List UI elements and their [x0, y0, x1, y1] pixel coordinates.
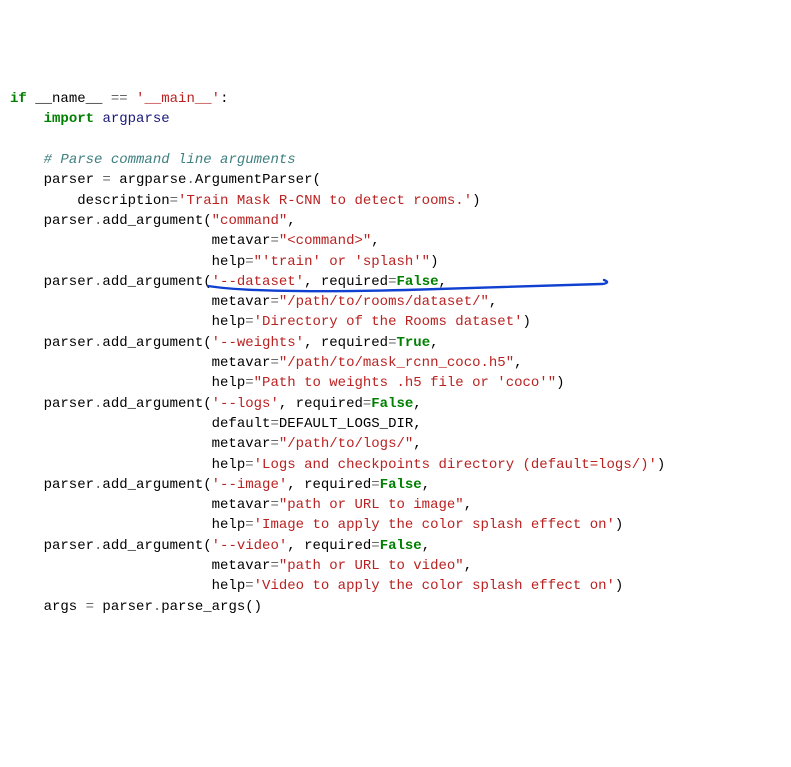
code-line: # Parse command line arguments	[10, 152, 296, 168]
code-line: help='Directory of the Rooms dataset')	[10, 314, 531, 330]
code-line: parser.add_argument('--video', required=…	[10, 538, 430, 554]
code-line: parser.add_argument("command",	[10, 213, 296, 229]
code-line: metavar="/path/to/logs/",	[10, 436, 422, 452]
code-line: parser.add_argument('--weights', require…	[10, 335, 439, 351]
string-weights-path: "/path/to/mask_rcnn_coco.h5"	[279, 355, 514, 371]
operator-eq: ==	[111, 91, 128, 107]
string-dataset: '--dataset'	[212, 274, 304, 290]
code-line: parser.add_argument('--logs', required=F…	[10, 396, 422, 412]
keyword-import: import	[44, 111, 94, 127]
code-line: help='Image to apply the color splash ef…	[10, 517, 623, 533]
code-line: metavar="path or URL to video",	[10, 558, 472, 574]
code-line: metavar="/path/to/mask_rcnn_coco.h5",	[10, 355, 523, 371]
module-argparse: argparse	[102, 111, 169, 127]
code-line: args = parser.parse_args()	[10, 599, 262, 615]
keyword-false: False	[396, 274, 438, 290]
string-description: 'Train Mask R-CNN to detect rooms.'	[178, 193, 472, 209]
string-weights: '--weights'	[212, 335, 304, 351]
default-logs-dir: DEFAULT_LOGS_DIR,	[279, 416, 422, 432]
code-line: if __name__ == '__main__':	[10, 91, 228, 107]
string-main: '__main__'	[136, 91, 220, 107]
code-line: description='Train Mask R-CNN to detect …	[10, 193, 481, 209]
code-line: metavar="/path/to/rooms/dataset/",	[10, 294, 497, 310]
code-line: default=DEFAULT_LOGS_DIR,	[10, 416, 422, 432]
keyword-true: True	[396, 335, 430, 351]
comment: # Parse command line arguments	[44, 152, 296, 168]
string-logs: '--logs'	[212, 396, 279, 412]
code-line: help='Logs and checkpoints directory (de…	[10, 457, 665, 473]
string-video: '--video'	[212, 538, 288, 554]
code-line: help="'train' or 'splash'")	[10, 254, 439, 270]
name-main: __name__	[27, 91, 111, 107]
code-line: parser.add_argument('--dataset', require…	[10, 274, 447, 290]
string-image: '--image'	[212, 477, 288, 493]
code-line: help='Video to apply the color splash ef…	[10, 578, 623, 594]
string-command: "command"	[212, 213, 288, 229]
code-line: help="Path to weights .h5 file or 'coco'…	[10, 375, 565, 391]
code-line: parser = argparse.ArgumentParser(	[10, 172, 321, 188]
code-line: parser.add_argument('--image', required=…	[10, 477, 430, 493]
keyword-if: if	[10, 91, 27, 107]
code-block: if __name__ == '__main__': import argpar…	[10, 89, 781, 617]
code-line: metavar="path or URL to image",	[10, 497, 472, 513]
code-line: metavar="<command>",	[10, 233, 380, 249]
code-line: import argparse	[10, 111, 170, 127]
